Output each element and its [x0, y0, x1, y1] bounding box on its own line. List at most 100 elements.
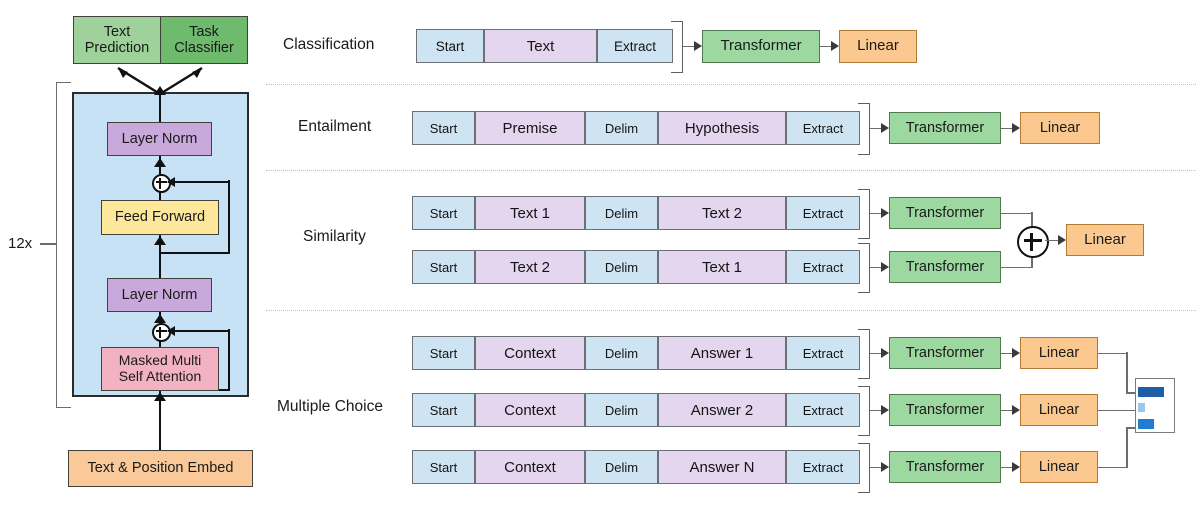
arrowhead-mc-1-linear [1012, 348, 1020, 358]
text-position-embed-label: Text & Position Embed [87, 460, 234, 477]
mc-route-2-h [1098, 409, 1140, 412]
token-premise-entailment[interactable]: Premise [475, 111, 585, 145]
linear-mc-2[interactable]: Linear [1020, 394, 1098, 426]
text-position-embed-box[interactable]: Text & Position Embed [68, 450, 253, 487]
token-extract-mc-3[interactable]: Extract [786, 450, 860, 484]
repeat-label: 12x [8, 235, 33, 252]
embed-to-block-line [159, 394, 162, 450]
separator-2 [266, 170, 1196, 171]
token-start-mc-1[interactable]: Start [412, 336, 475, 370]
task-label-classification: Classification [283, 36, 375, 53]
layer-norm-top-box[interactable]: Layer Norm [107, 122, 212, 156]
token-extract-similarity-a[interactable]: Extract [786, 196, 860, 230]
token-extract-mc-2[interactable]: Extract [786, 393, 860, 427]
feed-forward-input-arrowhead [154, 236, 166, 245]
mc-route-3-v [1126, 427, 1128, 467]
text-prediction-line2: Prediction [84, 40, 150, 56]
token-delim-similarity-a[interactable]: Delim [585, 196, 658, 230]
token-text2-similarity-b[interactable]: Text 2 [475, 250, 585, 284]
attention-label-line1: Masked Multi [118, 352, 202, 369]
block-output-arrowhead [154, 86, 166, 95]
mc-route-1-h [1098, 352, 1128, 355]
separator-3 [266, 310, 1196, 311]
arrowhead-mc-3-transformer [881, 462, 889, 472]
token-delim-mc-1[interactable]: Delim [585, 336, 658, 370]
token-start-similarity-a[interactable]: Start [412, 196, 475, 230]
arrowhead-mc-3-linear [1012, 462, 1020, 472]
token-delim-entailment[interactable]: Delim [585, 111, 658, 145]
residual-skip-lower-h-top [168, 329, 230, 332]
transformer-mc-2[interactable]: Transformer [889, 394, 1001, 426]
sequence-bracket-mc-1 [858, 329, 870, 379]
linear-entailment[interactable]: Linear [1020, 112, 1100, 144]
separator-1 [266, 84, 1196, 85]
token-text1-similarity-b[interactable]: Text 1 [658, 250, 786, 284]
token-start-entailment[interactable]: Start [412, 111, 475, 145]
softmax-bar-answer-n [1138, 419, 1154, 429]
token-delim-similarity-b[interactable]: Delim [585, 250, 658, 284]
token-text2-similarity-a[interactable]: Text 2 [658, 196, 786, 230]
token-extract-mc-1[interactable]: Extract [786, 336, 860, 370]
transformer-similarity-a[interactable]: Transformer [889, 197, 1001, 229]
token-start-similarity-b[interactable]: Start [412, 250, 475, 284]
token-extract-similarity-b[interactable]: Extract [786, 250, 860, 284]
sequence-bracket-entailment [858, 103, 870, 155]
linear-mc-1[interactable]: Linear [1020, 337, 1098, 369]
token-delim-mc-3[interactable]: Delim [585, 450, 658, 484]
token-context-mc-2[interactable]: Context [475, 393, 585, 427]
transformer-mc-1[interactable]: Transformer [889, 337, 1001, 369]
linear-similarity[interactable]: Linear [1066, 224, 1144, 256]
token-answer-mc-3[interactable]: Answer N [658, 450, 786, 484]
arrowhead-mc-1-transformer [881, 348, 889, 358]
token-text1-similarity-a[interactable]: Text 1 [475, 196, 585, 230]
arrowhead-mc-2-linear [1012, 405, 1020, 415]
residual-skip-lower-v [228, 329, 231, 391]
linear-mc-3[interactable]: Linear [1020, 451, 1098, 483]
token-start-mc-3[interactable]: Start [412, 450, 475, 484]
linear-classification[interactable]: Linear [839, 30, 917, 63]
token-context-mc-3[interactable]: Context [475, 450, 585, 484]
task-label-entailment: Entailment [298, 118, 372, 135]
arrowhead-mc-2-transformer [881, 405, 889, 415]
mc-route-3-h [1098, 466, 1128, 469]
residual-add-lower-arrowhead [167, 325, 175, 336]
softmax-bar-answer-2 [1138, 403, 1145, 412]
token-answer-mc-1[interactable]: Answer 1 [658, 336, 786, 370]
text-prediction-box[interactable]: Text Prediction [73, 16, 161, 64]
arrowhead-similarity-a [881, 208, 889, 218]
mc-route-1-v [1126, 352, 1128, 393]
arrow-line-similarity-to-linear [1045, 239, 1059, 242]
token-delim-mc-2[interactable]: Delim [585, 393, 658, 427]
arrowhead-classification-transformer [694, 41, 702, 51]
repeat-bracket [56, 82, 71, 408]
transformer-classification[interactable]: Transformer [702, 30, 820, 63]
task-classifier-line1: Task [189, 23, 219, 40]
sequence-bracket-mc-3 [858, 443, 870, 493]
layer-norm-top-label: Layer Norm [121, 130, 198, 147]
transformer-entailment[interactable]: Transformer [889, 112, 1001, 144]
arrowhead-similarity-b [881, 262, 889, 272]
token-context-mc-1[interactable]: Context [475, 336, 585, 370]
layer-norm-top-input-arrowhead [154, 158, 166, 167]
feed-forward-box[interactable]: Feed Forward [101, 200, 219, 235]
layer-norm-bottom-box[interactable]: Layer Norm [107, 278, 212, 312]
repeat-bracket-tick [40, 243, 57, 245]
feed-forward-label: Feed Forward [114, 209, 206, 226]
sequence-bracket-classification [671, 21, 683, 73]
transformer-mc-3[interactable]: Transformer [889, 451, 1001, 483]
transformer-similarity-b[interactable]: Transformer [889, 251, 1001, 283]
token-text-classification[interactable]: Text [484, 29, 597, 63]
task-label-multiple-choice: Multiple Choice [277, 398, 383, 415]
token-start-mc-2[interactable]: Start [412, 393, 475, 427]
residual-skip-upper-h-bottom [160, 252, 230, 255]
token-extract-classification[interactable]: Extract [597, 29, 673, 63]
attention-label-line2: Self Attention [118, 368, 202, 384]
task-label-similarity: Similarity [303, 228, 366, 245]
sequence-bracket-mc-2 [858, 386, 870, 436]
masked-multi-self-attention-box[interactable]: Masked Multi Self Attention [101, 347, 219, 391]
token-answer-mc-2[interactable]: Answer 2 [658, 393, 786, 427]
task-classifier-box[interactable]: Task Classifier [160, 16, 248, 64]
token-start-classification[interactable]: Start [416, 29, 484, 63]
token-extract-entailment[interactable]: Extract [786, 111, 860, 145]
token-hypothesis-entailment[interactable]: Hypothesis [658, 111, 786, 145]
